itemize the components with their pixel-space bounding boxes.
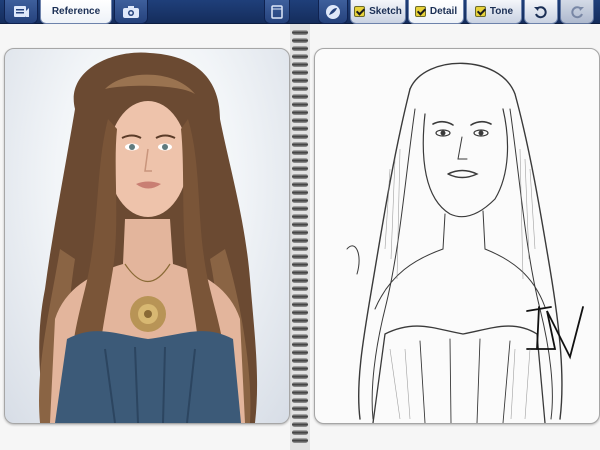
spiral-ring xyxy=(292,366,308,371)
spiral-ring xyxy=(292,38,308,43)
brush-button[interactable] xyxy=(318,0,348,24)
tab-detail-label: Detail xyxy=(429,6,458,17)
redo-icon xyxy=(569,5,585,19)
spiral-ring xyxy=(292,62,308,67)
spiral-ring xyxy=(292,246,308,251)
spiral-ring xyxy=(292,142,308,147)
redo-button[interactable] xyxy=(560,0,594,24)
spiral-ring xyxy=(292,190,308,195)
spiral-ring xyxy=(292,254,308,259)
spiral-ring xyxy=(292,318,308,323)
spiral-ring xyxy=(292,278,308,283)
spiral-ring xyxy=(292,262,308,267)
gallery-button[interactable] xyxy=(4,0,38,24)
spiral-ring xyxy=(292,214,308,219)
tab-tone-label: Tone xyxy=(489,6,514,17)
tab-reference-label: Reference xyxy=(51,6,101,17)
spiral-ring xyxy=(292,134,308,139)
spiral-ring xyxy=(292,358,308,363)
spiral-ring xyxy=(292,86,308,91)
spiral-ring xyxy=(292,118,308,123)
spiral-ring xyxy=(292,414,308,419)
spiral-ring xyxy=(292,294,308,299)
tab-reference[interactable]: Reference xyxy=(40,0,112,24)
spiral-ring xyxy=(292,334,308,339)
layers-icon xyxy=(271,4,283,19)
camera-icon xyxy=(122,5,140,18)
spiral-ring xyxy=(292,222,308,227)
spiral-ring xyxy=(292,286,308,291)
spiral-ring xyxy=(292,198,308,203)
tab-sketch[interactable]: Sketch xyxy=(350,0,406,24)
tone-checkbox[interactable] xyxy=(474,6,486,17)
spiral-ring xyxy=(292,398,308,403)
reference-photo xyxy=(39,52,258,423)
spiral-ring xyxy=(292,126,308,131)
sketch-checkbox[interactable] xyxy=(354,6,366,17)
spiral-ring xyxy=(292,182,308,187)
reference-photo-frame[interactable] xyxy=(4,48,290,424)
spiral-ring xyxy=(292,390,308,395)
tab-sketch-label: Sketch xyxy=(369,6,402,17)
spiral-ring xyxy=(292,110,308,115)
spiral-ring xyxy=(292,78,308,83)
spiral-ring xyxy=(292,342,308,347)
detail-checkbox[interactable] xyxy=(414,6,426,17)
spiral-ring xyxy=(292,438,308,443)
spiral-ring xyxy=(292,270,308,275)
pencil-sketch xyxy=(346,62,584,423)
spiral-ring xyxy=(292,382,308,387)
spiral-ring xyxy=(292,350,308,355)
gallery-icon xyxy=(13,5,29,19)
camera-button[interactable] xyxy=(114,0,148,24)
spiral-ring xyxy=(292,374,308,379)
spiral-ring xyxy=(292,206,308,211)
spiral-ring xyxy=(292,30,308,35)
spiral-ring xyxy=(292,310,308,315)
spiral-ring xyxy=(292,46,308,51)
tab-detail[interactable]: Detail xyxy=(408,0,464,24)
spiral-binding xyxy=(290,24,310,450)
top-toolbar: Reference Sketch Detail Tone xyxy=(0,0,600,24)
spiral-ring xyxy=(292,230,308,235)
spiral-ring xyxy=(292,302,308,307)
spiral-ring xyxy=(292,422,308,427)
spiral-ring xyxy=(292,406,308,411)
undo-icon xyxy=(533,5,549,19)
spiral-ring xyxy=(292,54,308,59)
spiral-ring xyxy=(292,70,308,75)
tab-tone[interactable]: Tone xyxy=(466,0,522,24)
spiral-ring xyxy=(292,430,308,435)
spiral-ring xyxy=(292,158,308,163)
layers-button[interactable] xyxy=(264,0,290,24)
spiral-ring xyxy=(292,326,308,331)
spiral-ring xyxy=(292,166,308,171)
spiral-ring xyxy=(292,102,308,107)
undo-button[interactable] xyxy=(524,0,558,24)
brush-icon xyxy=(325,4,341,20)
spiral-ring xyxy=(292,174,308,179)
spiral-ring xyxy=(292,238,308,243)
spiral-ring xyxy=(292,150,308,155)
spiral-ring xyxy=(292,94,308,99)
drawing-canvas[interactable] xyxy=(314,48,600,424)
